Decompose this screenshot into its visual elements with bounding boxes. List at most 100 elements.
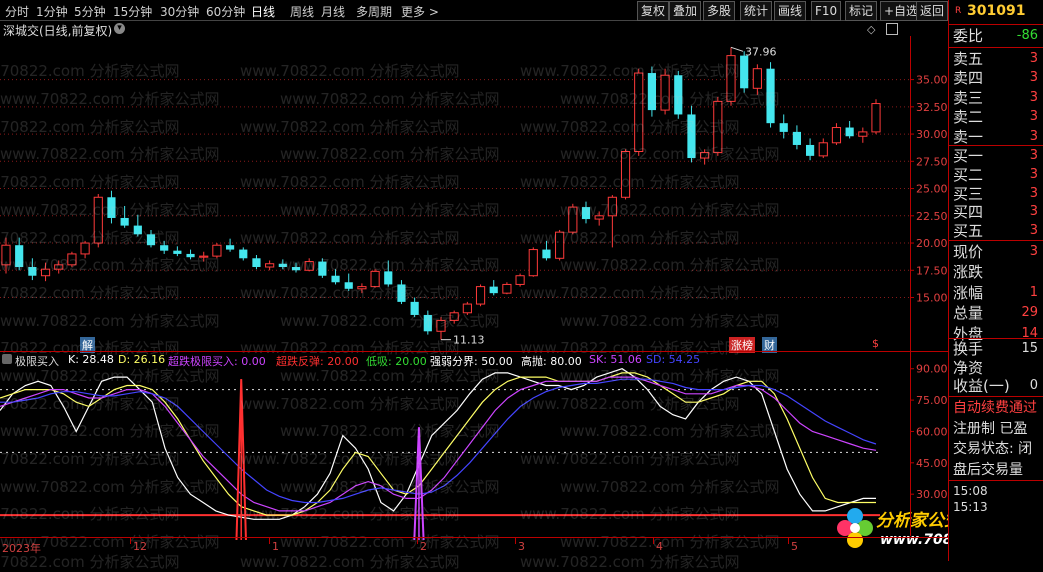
notice-line[interactable]: 交易状态: 闭 xyxy=(953,439,1032,459)
indicator-chart[interactable]: 90.0075.0060.0045.0030.00 xyxy=(0,352,948,540)
candle-body xyxy=(700,152,710,159)
weibi-value: -86 xyxy=(1016,28,1038,43)
candle-body xyxy=(858,131,868,137)
period-6[interactable]: 日线 xyxy=(251,3,275,20)
candlestick-chart[interactable]: 35.00 32.50 30.00 27.50 25.00 22.50 20.00 17.50… xyxy=(0,36,948,352)
candle xyxy=(331,269,340,285)
weibi-label: 委比 xyxy=(953,27,984,45)
notice-line[interactable]: 自动续费通过 xyxy=(953,398,1037,418)
sell-level-label: 卖一 xyxy=(953,127,984,146)
candle xyxy=(107,190,116,224)
notice-line[interactable]: 盘后交易量 xyxy=(953,460,1023,480)
candle-body xyxy=(397,284,406,302)
candle xyxy=(792,125,801,150)
candle xyxy=(357,283,367,294)
ind-y-tick: 60.00 xyxy=(916,425,948,438)
candle-body xyxy=(423,314,432,332)
period-5[interactable]: 60分钟 xyxy=(206,3,245,20)
candle xyxy=(726,47,736,106)
buy-level-label: 买四 xyxy=(953,203,984,222)
candle-body xyxy=(818,142,828,157)
candle xyxy=(779,114,788,139)
main-y-tick: 20.00 xyxy=(916,237,948,250)
sell-level-label: 卖三 xyxy=(953,88,984,107)
title-dropdown-icon[interactable]: ▾ xyxy=(114,23,125,34)
toolbar-button-5[interactable]: F10 xyxy=(811,1,842,21)
candle xyxy=(634,68,644,156)
extra-label: 净资 xyxy=(953,358,984,377)
candle xyxy=(462,301,472,315)
period-9[interactable]: 多周期 xyxy=(356,3,392,20)
candle xyxy=(594,211,604,226)
candle-body xyxy=(331,275,340,283)
candle xyxy=(146,229,156,248)
candle-body xyxy=(502,283,512,294)
toolbar-button-8[interactable]: 返回 xyxy=(916,1,949,21)
candle-body xyxy=(542,249,551,259)
candle-body xyxy=(239,249,248,259)
buy-level-value: 3 xyxy=(1029,223,1038,239)
candle xyxy=(687,105,696,163)
candle-body xyxy=(120,217,129,226)
quote-value: 1 xyxy=(1029,284,1038,300)
buy-level-value: 3 xyxy=(1029,185,1038,201)
candle-body xyxy=(647,73,656,111)
extra-label: 换手 xyxy=(953,340,984,358)
toolbar-button-3[interactable]: 统计 xyxy=(740,1,773,21)
candle xyxy=(40,262,51,282)
candle xyxy=(752,64,762,95)
candle xyxy=(80,240,90,259)
candle xyxy=(133,214,142,237)
notice-line[interactable]: 注册制 已盈 xyxy=(953,419,1027,439)
period-7[interactable]: 周线 xyxy=(290,3,314,20)
quote-panel: R 301091 委比 -86 卖五 3 卖四 3 卖三 3 卖二 3 卖一 3 买一 3 买二 3 买三 3 买四… xyxy=(948,0,1043,561)
chart-divider xyxy=(0,351,948,352)
stock-code[interactable]: 301091 xyxy=(967,3,1025,19)
toolbar-button-2[interactable]: 多股 xyxy=(703,1,736,21)
candle-body xyxy=(107,197,116,218)
period-0[interactable]: 分时 xyxy=(5,3,29,20)
candle xyxy=(15,237,24,271)
candle-body xyxy=(265,263,275,268)
period-10[interactable]: 更多 > xyxy=(401,3,439,20)
period-1[interactable]: 1分钟 xyxy=(36,3,68,20)
extra-value: 0 xyxy=(1029,378,1038,393)
candle xyxy=(542,240,551,261)
candle-body xyxy=(133,225,142,235)
period-3[interactable]: 15分钟 xyxy=(113,3,152,20)
candle xyxy=(581,201,591,224)
chart-window-icon[interactable] xyxy=(886,23,898,35)
candle xyxy=(291,262,301,273)
toolbar-button-4[interactable]: 画线 xyxy=(774,1,807,21)
candle-body xyxy=(620,151,631,198)
watermark-text: www.70822.com 分析家公式网 xyxy=(240,553,460,571)
candle-body xyxy=(370,270,380,288)
buy-level-value: 3 xyxy=(1029,148,1038,163)
candle xyxy=(831,123,842,145)
sell-level-label: 卖二 xyxy=(953,108,984,127)
candle-body xyxy=(475,286,486,305)
candle-body xyxy=(726,55,736,102)
candle xyxy=(410,297,419,318)
toolbar-button-1[interactable]: 叠加 xyxy=(669,1,702,21)
candle-body xyxy=(304,261,314,271)
date-tick xyxy=(515,538,516,544)
candle-body xyxy=(226,245,235,250)
period-2[interactable]: 5分钟 xyxy=(74,3,106,20)
candle xyxy=(436,317,446,340)
candle-body xyxy=(67,253,77,266)
period-4[interactable]: 30分钟 xyxy=(160,3,199,20)
panel-separator xyxy=(949,396,1043,397)
candle-body xyxy=(344,282,353,289)
tag-dollar[interactable]: $ xyxy=(872,337,879,350)
toolbar-button-6[interactable]: 标记 xyxy=(845,1,878,21)
candle-body xyxy=(173,250,182,254)
candle-body xyxy=(607,196,617,217)
candle-body xyxy=(15,245,24,268)
panel-separator xyxy=(949,47,1043,48)
panel-separator xyxy=(949,24,1043,25)
panel-separator xyxy=(949,240,1043,241)
period-8[interactable]: 月线 xyxy=(321,3,345,20)
toolbar-button-0[interactable]: 复权 xyxy=(637,1,670,21)
chart-diamond-icon[interactable]: ◇ xyxy=(867,23,875,36)
